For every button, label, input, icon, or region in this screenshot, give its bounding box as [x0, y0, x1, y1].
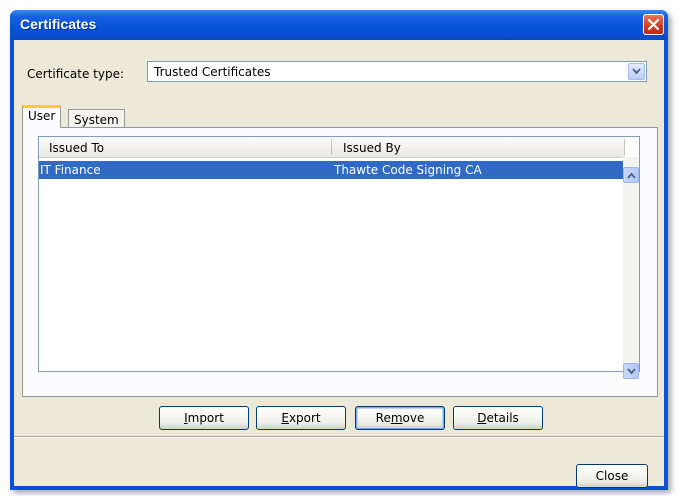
column-header-issued-by[interactable]: Issued By — [343, 141, 401, 155]
remove-label-post: ove — [402, 411, 425, 425]
close-window-button[interactable] — [643, 14, 664, 35]
scroll-up-button[interactable] — [623, 167, 639, 183]
chevron-down-icon — [627, 368, 636, 375]
certificate-type-dropdown-button[interactable] — [628, 63, 645, 80]
column-header-issued-to[interactable]: Issued To — [49, 141, 104, 155]
title-bar[interactable]: Certificates — [10, 10, 668, 40]
column-divider[interactable] — [331, 139, 332, 155]
certificate-type-label: Certificate type: — [27, 67, 124, 81]
export-label-key: E — [281, 411, 289, 425]
dialog-client-area: Certificate type: Trusted Certificates U… — [14, 40, 664, 488]
column-divider[interactable] — [624, 139, 625, 155]
import-button[interactable]: Import — [159, 406, 249, 430]
chevron-down-icon — [632, 68, 641, 75]
tab-user[interactable]: User — [22, 105, 62, 128]
chevron-up-icon — [627, 172, 636, 179]
window-title: Certificates — [20, 16, 97, 32]
details-label-post: etails — [486, 411, 519, 425]
certificate-table[interactable]: Issued To Issued By IT Finance Thawte Co… — [38, 136, 640, 379]
table-row[interactable]: IT Finance Thawte Code Signing CA — [39, 161, 625, 179]
export-button[interactable]: Export — [256, 406, 346, 430]
import-label-post: mport — [187, 411, 224, 425]
tab-system-label: System — [74, 113, 119, 127]
certificate-type-value: Trusted Certificates — [154, 65, 271, 79]
footer-divider — [14, 436, 664, 438]
scroll-down-button[interactable] — [623, 363, 639, 379]
cell-issued-to: IT Finance — [40, 163, 101, 177]
vertical-scrollbar[interactable] — [623, 157, 639, 379]
close-button[interactable]: Close — [576, 464, 648, 488]
tab-system[interactable]: System — [68, 109, 125, 129]
export-label-post: xport — [288, 411, 321, 425]
close-icon — [647, 18, 660, 31]
remove-label-pre: Re — [375, 411, 391, 425]
remove-button[interactable]: Remove — [355, 406, 445, 430]
tab-user-label: User — [28, 109, 56, 123]
close-button-label: Close — [595, 469, 629, 483]
table-header: Issued To Issued By — [39, 137, 625, 158]
certificates-window: Certificates Certificate type: Trusted C… — [10, 10, 668, 490]
cell-issued-by: Thawte Code Signing CA — [334, 163, 482, 177]
tab-panel: Issued To Issued By IT Finance Thawte Co… — [22, 127, 658, 430]
remove-label-key: m — [390, 411, 403, 425]
details-button[interactable]: Details — [453, 406, 543, 430]
certificate-type-select[interactable]: Trusted Certificates — [147, 61, 647, 82]
